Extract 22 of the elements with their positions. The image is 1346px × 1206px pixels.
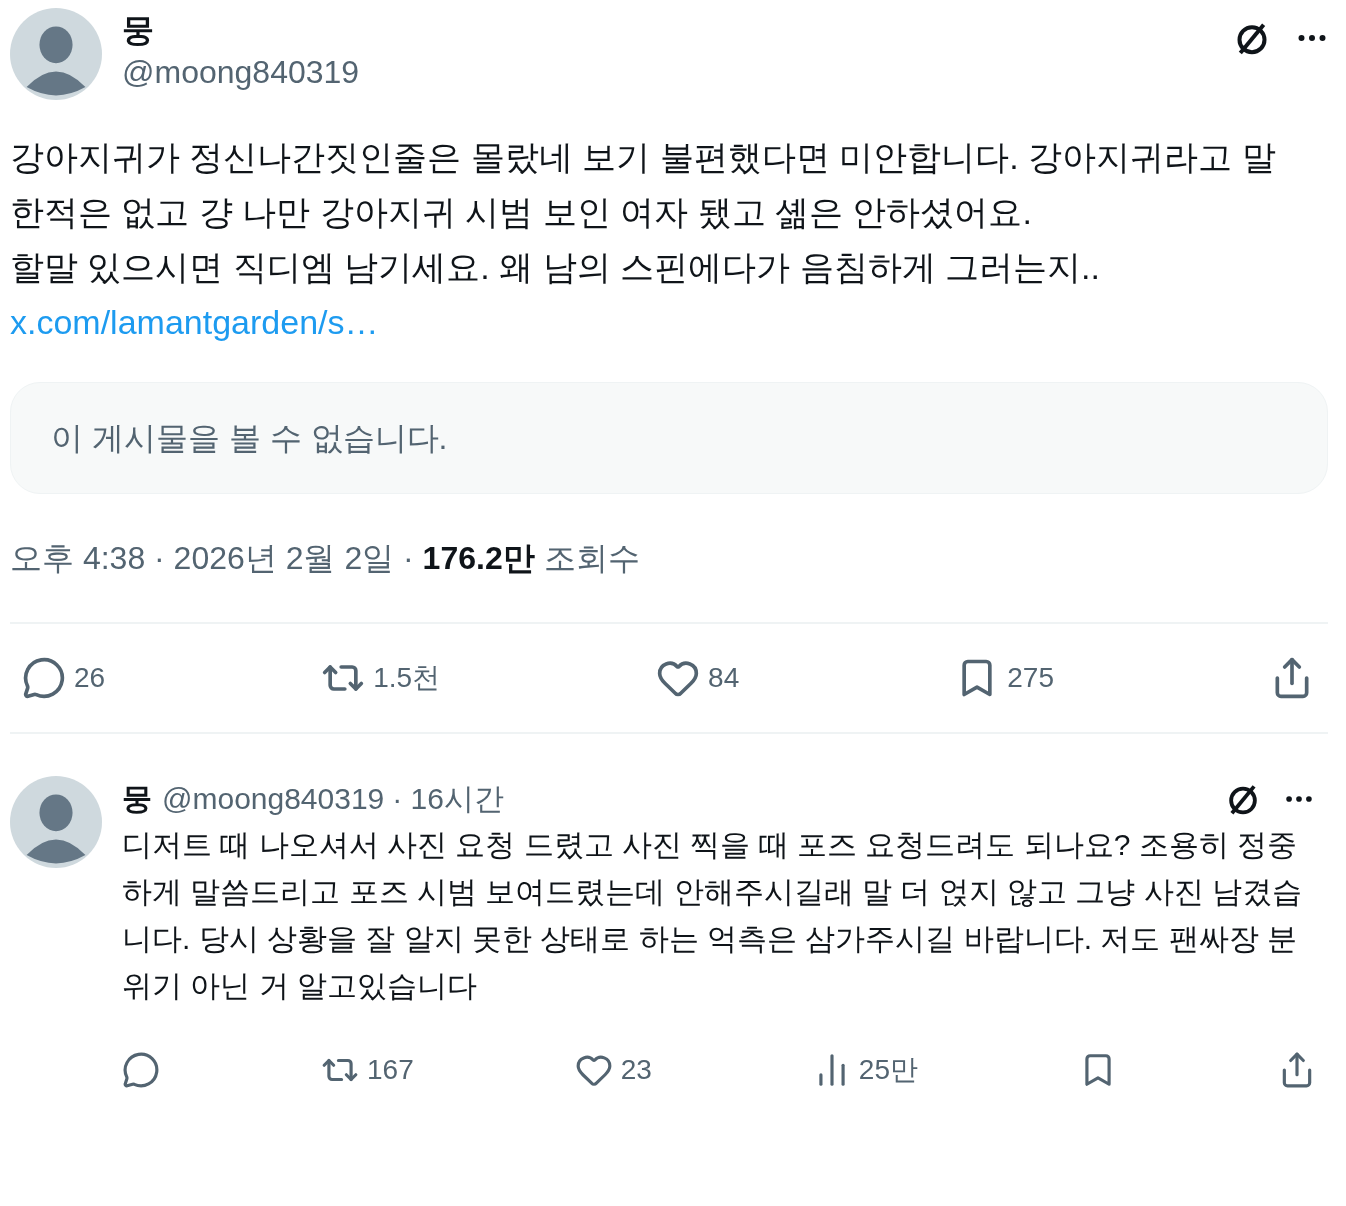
repost-button[interactable]: 1.5천 — [321, 656, 441, 700]
like-button[interactable]: 84 — [656, 656, 740, 700]
views-button[interactable]: 25만 — [812, 1049, 918, 1091]
like-button[interactable]: 23 — [574, 1049, 652, 1091]
display-name: 뭉 — [122, 781, 152, 817]
avatar-icon[interactable] — [10, 776, 102, 868]
post-time: · 16시간 — [392, 781, 504, 817]
reply-icon — [22, 656, 66, 700]
reply-icon — [122, 1051, 160, 1089]
tweet-text: 강아지귀가 정신나간짓인줄은 몰랐네 보기 불편했다면 미안합니다. 강아지귀라고 말한적은 없고 걍 나만 강아지귀 시범 보인 여자 됐고 셺은 안하셨어요. — [10, 137, 1277, 233]
bookmark-button[interactable]: 275 — [955, 656, 1054, 700]
tweet-meta: 오후 4:38 · 2026년 2월 2일 · 176.2만 조회수 — [10, 540, 640, 576]
repost-button[interactable]: 167 — [321, 1049, 414, 1091]
avatar-icon[interactable] — [10, 8, 102, 100]
tweet-text: 할말 있으시면 직디엠 남기세요. 왜 남의 스핀에다가 음침하게 그러는지.. — [10, 247, 1101, 288]
reply-button[interactable] — [122, 1051, 160, 1089]
user-handle: @moong840319 — [122, 53, 361, 92]
user-handle: @moong840319 — [162, 781, 385, 817]
display-name: 뭉 — [122, 11, 155, 50]
reply-button[interactable]: 26 — [22, 656, 106, 700]
reply-text: 디저트 때 나오셔서 사진 요청 드렸고 사진 찍을 때 포즈 요청드려도 되나요? 조용히 정중하게 말씀드리고 포즈 시범 보여드렸는데 안해주시길래 말 더 얹지 않고 그냥 사진 남겼습니다. 당시 상황을 잘 알지 못한 상태로 하는 억측은 삼가주시길 바랍니다. 저도 팬싸장 분위기 아닌 거 알고있습니다 — [122, 827, 1304, 1004]
unavailable-notice: 이 게시물을 볼 수 없습니다. — [51, 419, 448, 458]
